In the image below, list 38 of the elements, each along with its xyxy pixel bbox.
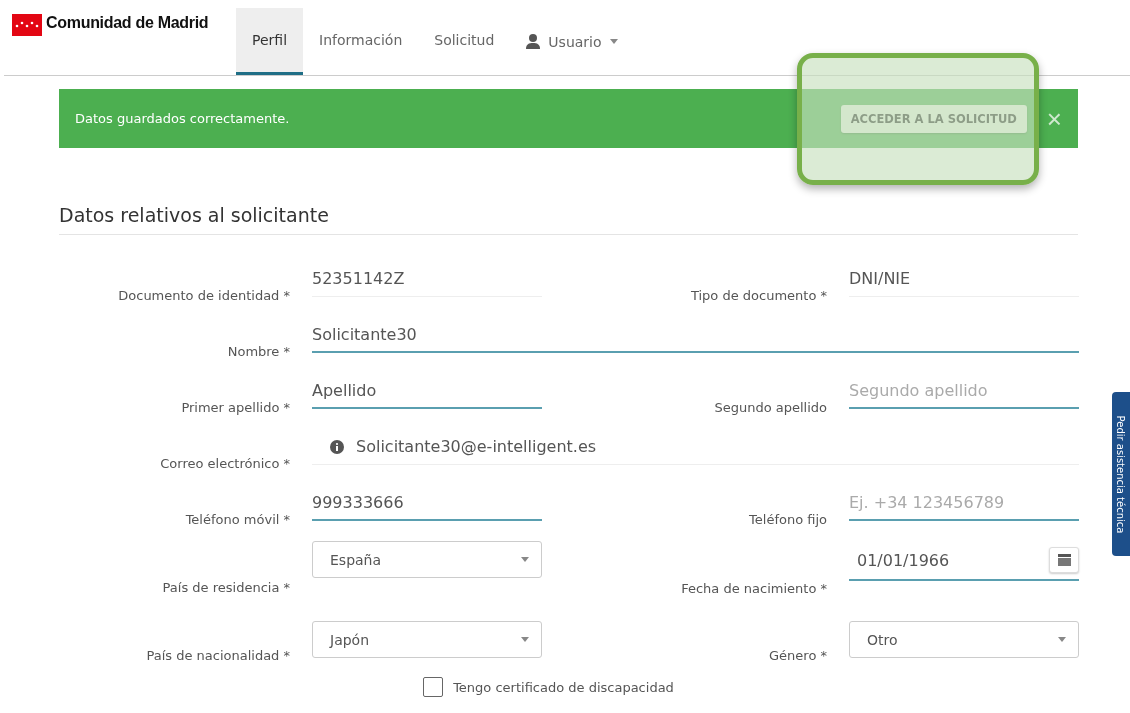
select-field[interactable]: España [312, 541, 542, 578]
user-menu[interactable]: Usuario [510, 8, 634, 75]
logo-text: Comunidad de Madrid [46, 14, 209, 32]
field-label: Correo electrónico * [160, 455, 290, 471]
user-icon [526, 34, 541, 49]
field-label: País de nacionalidad * [146, 647, 290, 663]
support-side-tab[interactable]: Pedir asistencia técnica [1112, 392, 1130, 556]
checkbox-label: Tengo certificado de discapacidad [453, 679, 674, 695]
field-label: Teléfono fijo [749, 511, 827, 527]
nav-tab[interactable]: Información [303, 8, 419, 75]
field-label: Segundo apellido [714, 399, 827, 415]
checkbox[interactable] [423, 677, 444, 697]
calendar-icon [1057, 554, 1071, 566]
field-label: Fecha de nacimiento * [681, 580, 827, 596]
select-field[interactable]: Otro [849, 621, 1079, 658]
email-value: Solicitante30@e-intelligent.es [356, 437, 597, 456]
caret-icon [1058, 637, 1066, 642]
field-label: Primer apellido * [181, 399, 290, 415]
field-value: 52351142Z [312, 261, 542, 297]
select-field[interactable]: Japón [312, 621, 542, 658]
field-label: Documento de identidad * [118, 287, 290, 303]
caret-icon [609, 39, 618, 44]
nav-tab[interactable]: Solicitud [418, 8, 511, 75]
field-label: País de residencia * [162, 579, 290, 595]
alert-message: Datos guardados correctamente. [75, 111, 291, 126]
caret-icon [521, 557, 529, 562]
section-title: Datos relativos al solicitante [59, 204, 1078, 235]
field-label: Nombre * [227, 343, 290, 359]
logo-flag-icon [12, 14, 42, 36]
field-label: Género * [769, 647, 827, 663]
date-field[interactable]: 01/01/1966 [849, 541, 1079, 581]
field-label: Tipo de documento * [690, 287, 827, 303]
caret-icon [521, 637, 529, 642]
nav-tab[interactable]: Perfil [236, 8, 304, 75]
calendar-button[interactable] [1049, 547, 1079, 573]
info-icon [330, 439, 344, 454]
field-label: Teléfono móvil * [185, 511, 290, 527]
field-value: DNI/NIE [849, 261, 1079, 297]
